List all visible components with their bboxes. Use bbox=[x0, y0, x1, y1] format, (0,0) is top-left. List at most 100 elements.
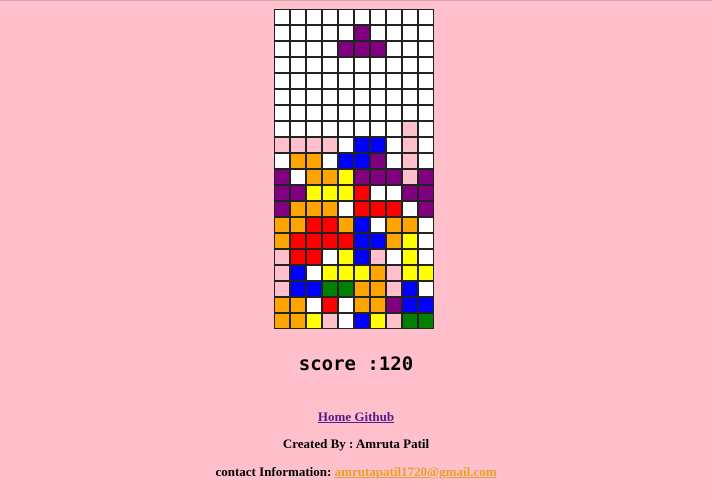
board-cell bbox=[338, 185, 354, 201]
board-cell bbox=[322, 121, 338, 137]
board-cell bbox=[338, 57, 354, 73]
board-cell bbox=[354, 233, 370, 249]
board-cell bbox=[402, 121, 418, 137]
board-cell bbox=[402, 9, 418, 25]
board-cell bbox=[354, 137, 370, 153]
board-cell bbox=[386, 25, 402, 41]
board-cell bbox=[306, 41, 322, 57]
board-cell bbox=[370, 313, 386, 329]
board-cell bbox=[418, 217, 434, 233]
board-cell bbox=[338, 169, 354, 185]
board-cell bbox=[338, 9, 354, 25]
board-cell bbox=[418, 153, 434, 169]
board-cell bbox=[370, 281, 386, 297]
contact-label: contact Information: bbox=[215, 464, 335, 479]
board-cell bbox=[370, 9, 386, 25]
board-cell bbox=[386, 265, 402, 281]
board-cell bbox=[274, 137, 290, 153]
board-cell bbox=[402, 217, 418, 233]
board-cell bbox=[402, 105, 418, 121]
board-cell bbox=[306, 265, 322, 281]
board-cell bbox=[354, 73, 370, 89]
board-cell bbox=[290, 105, 306, 121]
board-cell bbox=[386, 281, 402, 297]
board-cell bbox=[402, 185, 418, 201]
board-cell bbox=[418, 9, 434, 25]
board-cell bbox=[322, 217, 338, 233]
board-cell bbox=[418, 121, 434, 137]
board-cell bbox=[370, 169, 386, 185]
board-cell bbox=[370, 57, 386, 73]
board-cell bbox=[322, 249, 338, 265]
board-cell bbox=[402, 137, 418, 153]
board-cell bbox=[322, 169, 338, 185]
board-cell bbox=[370, 41, 386, 57]
board-cell bbox=[338, 25, 354, 41]
board-cell bbox=[306, 249, 322, 265]
board-cell bbox=[274, 185, 290, 201]
board-cell bbox=[354, 25, 370, 41]
board-cell bbox=[290, 249, 306, 265]
credit-text: Created By : Amruta Patil bbox=[282, 436, 430, 451]
board-cell bbox=[322, 73, 338, 89]
board-cell bbox=[322, 105, 338, 121]
board-cell bbox=[338, 89, 354, 105]
board-cell bbox=[290, 25, 306, 41]
board-cell bbox=[418, 265, 434, 281]
board-cell bbox=[354, 9, 370, 25]
board-cell bbox=[306, 153, 322, 169]
board-cell bbox=[274, 281, 290, 297]
board-cell bbox=[290, 9, 306, 25]
board-cell bbox=[386, 137, 402, 153]
board-cell bbox=[338, 233, 354, 249]
board-cell bbox=[338, 249, 354, 265]
board-cell bbox=[290, 121, 306, 137]
board-cell bbox=[418, 233, 434, 249]
board-cell bbox=[306, 137, 322, 153]
board-cell bbox=[274, 41, 290, 57]
board-cell bbox=[386, 9, 402, 25]
board-cell bbox=[306, 121, 322, 137]
board-cell bbox=[418, 57, 434, 73]
board-cell bbox=[306, 169, 322, 185]
email-link[interactable]: amrutapatil1720@gmail.com bbox=[335, 464, 497, 479]
board-cell bbox=[354, 313, 370, 329]
board-cell bbox=[306, 25, 322, 41]
home-github-link[interactable]: Home Github bbox=[318, 409, 394, 424]
board-cell bbox=[306, 89, 322, 105]
board-cell bbox=[386, 313, 402, 329]
board-cell bbox=[290, 89, 306, 105]
board-cell bbox=[370, 153, 386, 169]
board-cell bbox=[322, 233, 338, 249]
board-cell bbox=[402, 57, 418, 73]
board-cell bbox=[274, 9, 290, 25]
board-cell bbox=[322, 89, 338, 105]
board-cell bbox=[354, 249, 370, 265]
board-cell bbox=[370, 297, 386, 313]
board-cell bbox=[402, 73, 418, 89]
board-cell bbox=[402, 25, 418, 41]
board-cell bbox=[274, 217, 290, 233]
board-cell bbox=[370, 249, 386, 265]
board-cell bbox=[386, 73, 402, 89]
board-cell bbox=[322, 25, 338, 41]
board-cell bbox=[322, 313, 338, 329]
board-cell bbox=[290, 281, 306, 297]
board-cell bbox=[274, 73, 290, 89]
board-cell bbox=[354, 217, 370, 233]
board-cell bbox=[274, 57, 290, 73]
board-cell bbox=[290, 217, 306, 233]
board-cell bbox=[402, 297, 418, 313]
board-cell bbox=[274, 265, 290, 281]
board-cell bbox=[354, 105, 370, 121]
board-cell bbox=[306, 9, 322, 25]
board-cell bbox=[386, 41, 402, 57]
board-cell bbox=[386, 153, 402, 169]
board-cell bbox=[418, 169, 434, 185]
board-cell bbox=[338, 73, 354, 89]
tetris-board bbox=[274, 9, 434, 329]
board-cell bbox=[354, 281, 370, 297]
board-cell bbox=[274, 169, 290, 185]
board-cell bbox=[290, 265, 306, 281]
board-cell bbox=[338, 201, 354, 217]
